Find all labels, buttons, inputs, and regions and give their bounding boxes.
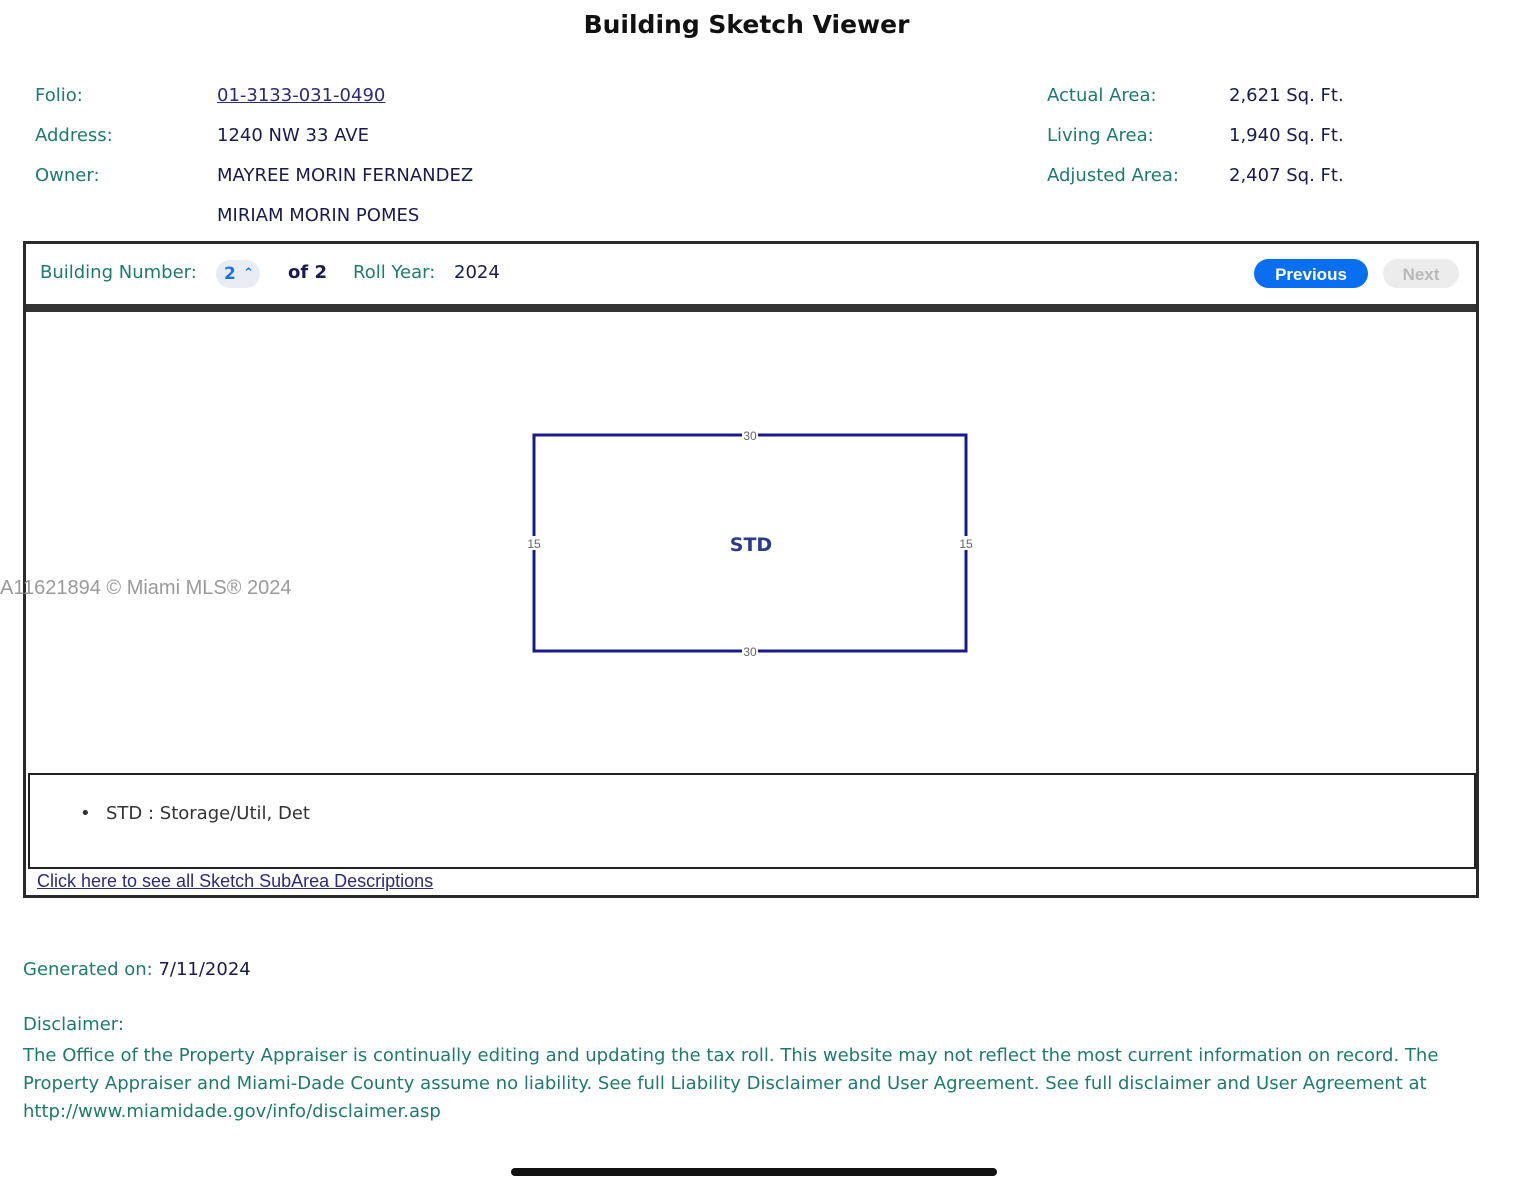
page-title: Building Sketch Viewer (583, 10, 910, 39)
bullet-icon: • (80, 803, 91, 824)
next-button[interactable]: Next (1383, 259, 1459, 288)
living-area-value: 1,940 Sq. Ft. (1229, 125, 1344, 146)
actual-area-value: 2,621 Sq. Ft. (1229, 85, 1344, 106)
building-number-value: 2 (224, 264, 236, 284)
adjusted-area-value: 2,407 Sq. Ft. (1229, 165, 1344, 186)
owner-value-2: MIRIAM MORIN POMES (217, 205, 420, 226)
roll-year-value: 2024 (454, 262, 500, 283)
legend-box: • STD : Storage/Util, Det (28, 773, 1476, 869)
disclaimer-text: The Office of the Property Appraiser is … (23, 1045, 1439, 1122)
left-dimension: 15 (527, 537, 541, 551)
generated-value: 7/11/2024 (158, 959, 251, 980)
address-label: Address: (35, 125, 113, 146)
generated-label: Generated on: (23, 959, 153, 980)
previous-button[interactable]: Previous (1254, 259, 1368, 288)
disclaimer-label: Disclaimer: (23, 1014, 124, 1035)
folio-link[interactable]: 01-3133-031-0490 (217, 85, 385, 106)
building-count: of 2 (288, 262, 327, 283)
generated-on: Generated on: 7/11/2024 (23, 959, 251, 980)
address-value: 1240 NW 33 AVE (217, 125, 369, 146)
area-code-label: STD (730, 534, 772, 556)
sketch-drawing: 30 30 15 15 STD (527, 428, 973, 659)
bottom-dimension: 30 (743, 645, 757, 659)
updown-chevron-icon: ⌃ (243, 266, 254, 281)
top-dimension: 30 (743, 429, 757, 443)
actual-area-label: Actual Area: (1047, 85, 1157, 106)
owner-label: Owner: (35, 165, 100, 186)
building-toolbar: Building Number: 2 ⌃ of 2 Roll Year: 202… (26, 244, 1476, 312)
mls-watermark: A11621894 © Miami MLS® 2024 (0, 577, 292, 599)
roll-year-label: Roll Year: (353, 262, 436, 283)
subarea-descriptions-link[interactable]: Click here to see all Sketch SubArea Des… (37, 871, 433, 892)
legend-item-text: STD : Storage/Util, Det (106, 803, 310, 824)
building-number-select[interactable]: 2 ⌃ (216, 260, 260, 288)
building-number-label: Building Number: (40, 262, 197, 283)
folio-label: Folio: (35, 85, 83, 106)
right-dimension: 15 (959, 537, 973, 551)
living-area-label: Living Area: (1047, 125, 1154, 146)
sketch-canvas: 30 30 15 15 STD (26, 312, 1476, 773)
home-indicator[interactable] (511, 1168, 997, 1176)
owner-value-1: MAYREE MORIN FERNANDEZ (217, 165, 474, 186)
adjusted-area-label: Adjusted Area: (1047, 165, 1179, 186)
sketch-frame: Building Number: 2 ⌃ of 2 Roll Year: 202… (23, 241, 1479, 898)
